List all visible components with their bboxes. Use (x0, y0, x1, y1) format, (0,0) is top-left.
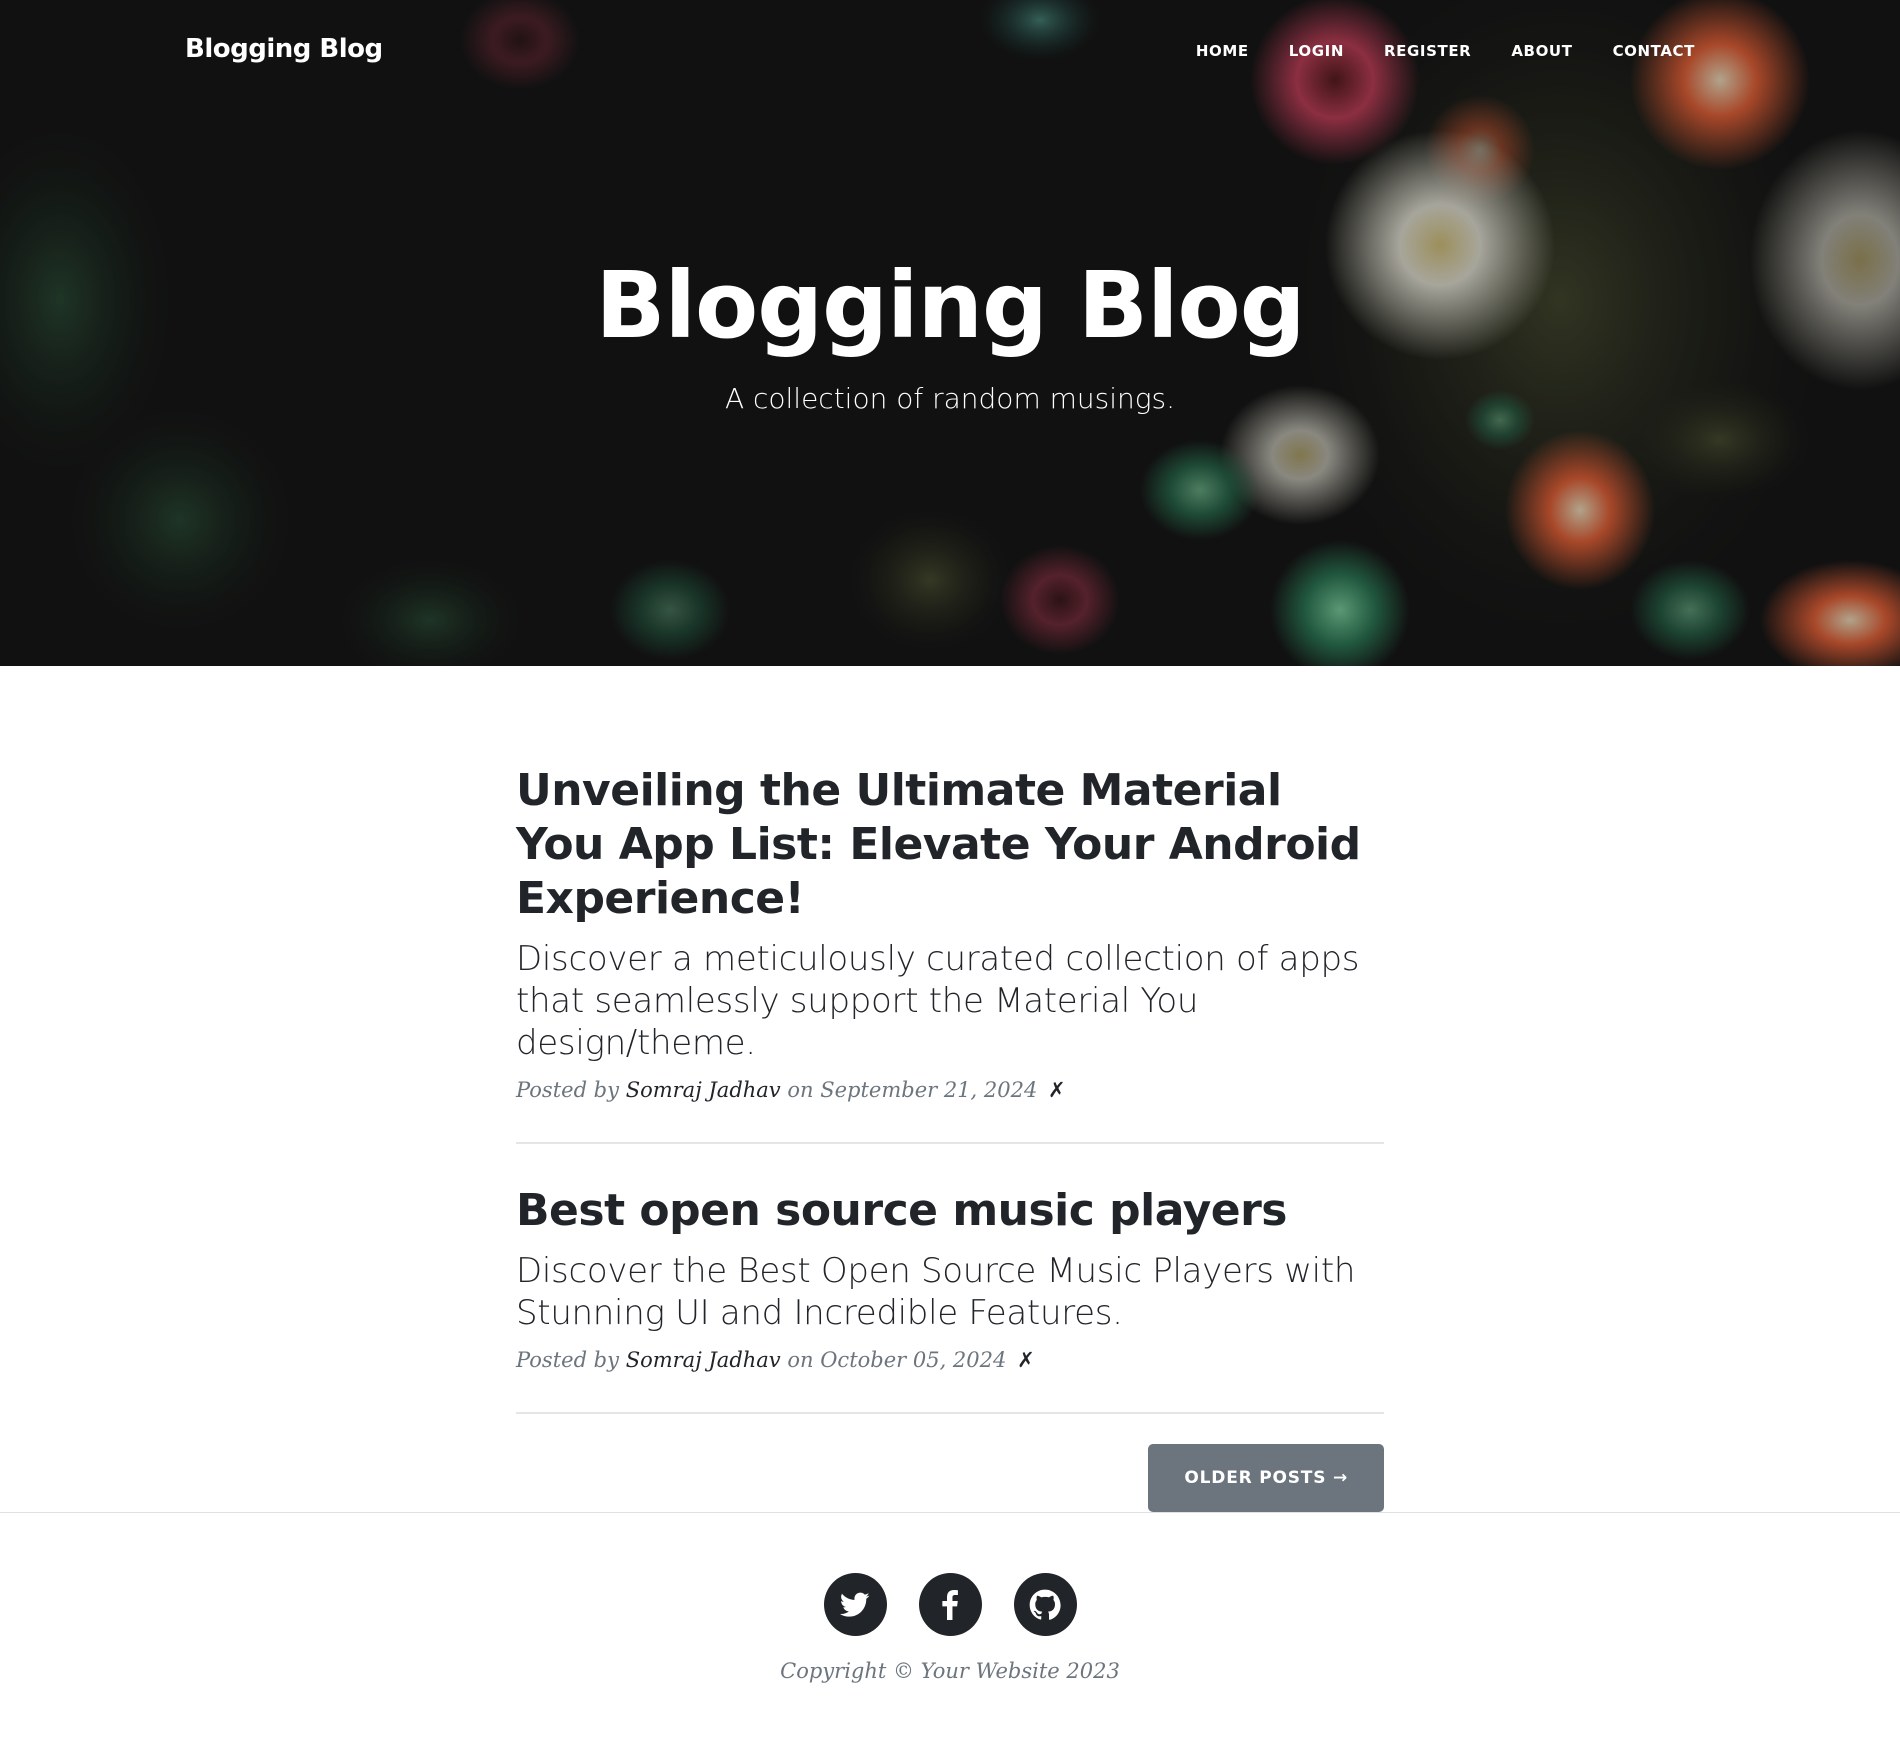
post-date: September 21, 2024 (820, 1078, 1038, 1102)
delete-post-link[interactable]: ✗ (1017, 1348, 1035, 1372)
brand-link[interactable]: Blogging Blog (185, 34, 383, 64)
pager: Older Posts → (516, 1444, 1384, 1512)
nav-about-link[interactable]: About (1491, 40, 1592, 62)
nav-login-link[interactable]: Login (1269, 40, 1364, 62)
facebook-icon[interactable] (918, 1573, 982, 1636)
post-meta: Posted by Somraj Jadhav on October 05, 2… (516, 1348, 1384, 1372)
copyright-text: Copyright © Your Website 2023 (780, 1659, 1120, 1683)
post-subtitle: Discover a meticulously curated collecti… (516, 939, 1360, 1063)
post-list: Unveiling the Ultimate Material You App … (516, 764, 1384, 1512)
github-icon[interactable] (1013, 1573, 1077, 1636)
navbar: Blogging Blog Home Login Register About … (0, 0, 1900, 104)
older-posts-button[interactable]: Older Posts → (1148, 1444, 1384, 1512)
hero-subheading: A collection of random musings. (724, 382, 1176, 415)
author-link[interactable]: Somraj Jadhav (626, 1348, 781, 1372)
twitter-icon[interactable] (823, 1573, 887, 1636)
hero-heading: Blogging Blog (595, 252, 1305, 359)
hero-header: Blogging Blog Home Login Register About … (0, 0, 1900, 666)
post-title-link[interactable]: Unveiling the Ultimate Material You App … (516, 764, 1384, 926)
nav-contact-link[interactable]: Contact (1593, 40, 1695, 62)
author-link[interactable]: Somraj Jadhav (626, 1078, 781, 1102)
post-meta: Posted by Somraj Jadhav on September 21,… (516, 1078, 1384, 1102)
post-preview: Unveiling the Ultimate Material You App … (516, 764, 1384, 1144)
posted-by-label: Posted by (516, 1078, 619, 1102)
footer: Copyright © Your Website 2023 (0, 1512, 1900, 1748)
delete-post-link[interactable]: ✗ (1048, 1078, 1066, 1102)
post-title-link[interactable]: Best open source music players (516, 1184, 1384, 1238)
nav-register-link[interactable]: Register (1364, 40, 1491, 62)
nav-home-link[interactable]: Home (1176, 40, 1269, 62)
posted-by-label: Posted by (516, 1348, 619, 1372)
on-label: on (787, 1348, 814, 1372)
post-date: October 05, 2024 (820, 1348, 1007, 1372)
nav-links: Home Login Register About Contact (1176, 40, 1695, 62)
post-subtitle: Discover the Best Open Source Music Play… (516, 1251, 1356, 1333)
social-links (0, 1573, 1900, 1636)
post-preview: Best open source music players Discover … (516, 1184, 1384, 1414)
on-label: on (787, 1078, 814, 1102)
